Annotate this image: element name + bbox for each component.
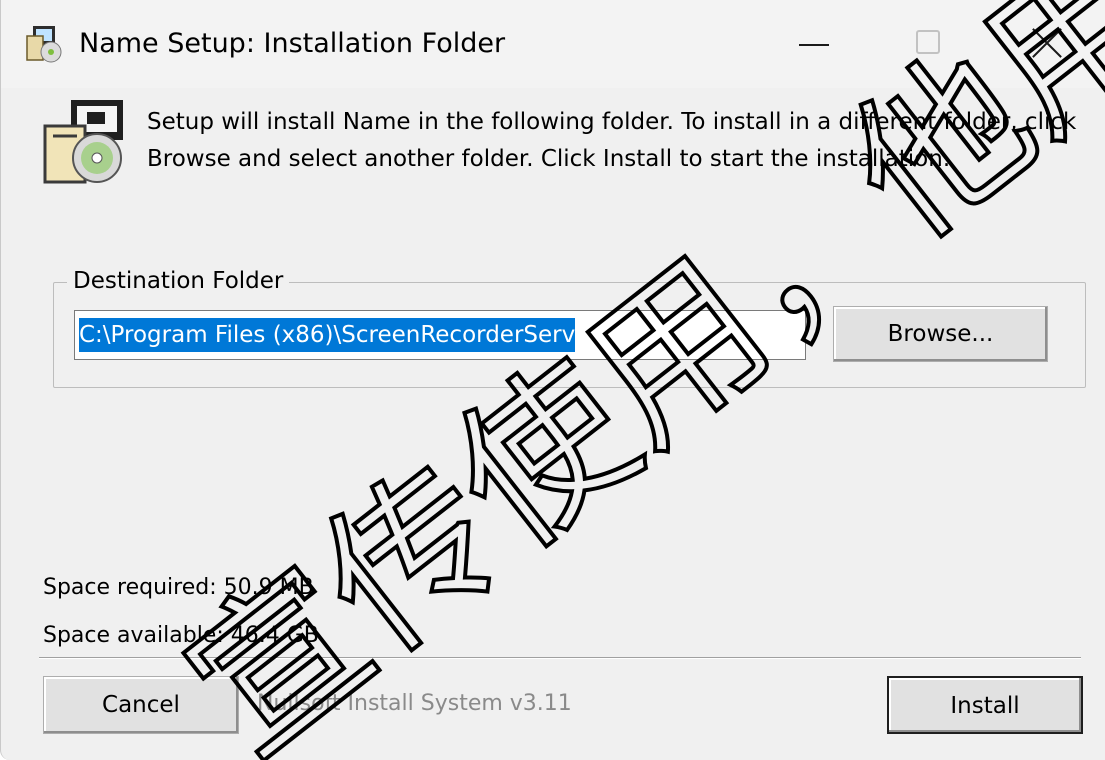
destination-path-text: C:\Program Files (x86)\ScreenRecorderSer…: [79, 318, 576, 352]
cancel-button[interactable]: Cancel: [43, 676, 239, 734]
nsis-branding-text: Nullsoft Install System v3.11: [257, 691, 572, 716]
installer-cd-icon: [41, 96, 133, 188]
space-required-label: Space required: 50.9 MB: [43, 575, 314, 600]
browse-button[interactable]: Browse...: [833, 306, 1048, 362]
destination-path-input[interactable]: C:\Program Files (x86)\ScreenRecorderSer…: [74, 310, 806, 360]
install-button[interactable]: Install: [887, 676, 1083, 734]
space-available-label: Space available: 46.4 GB: [43, 623, 319, 648]
footer-separator: [39, 657, 1081, 659]
setup-app-icon: [25, 24, 63, 64]
maximize-icon[interactable]: [881, 16, 971, 72]
window-title: Name Setup: Installation Folder: [79, 28, 506, 59]
instruction-text: Setup will install Name in the following…: [147, 109, 1077, 172]
title-bar[interactable]: Name Setup: Installation Folder: [1, 0, 1105, 88]
minimize-icon[interactable]: [771, 16, 861, 72]
destination-folder-legend: Destination Folder: [67, 264, 290, 298]
installer-window: Name Setup: Installation Folder Setup wi…: [0, 0, 1105, 760]
close-icon[interactable]: [1001, 16, 1091, 72]
